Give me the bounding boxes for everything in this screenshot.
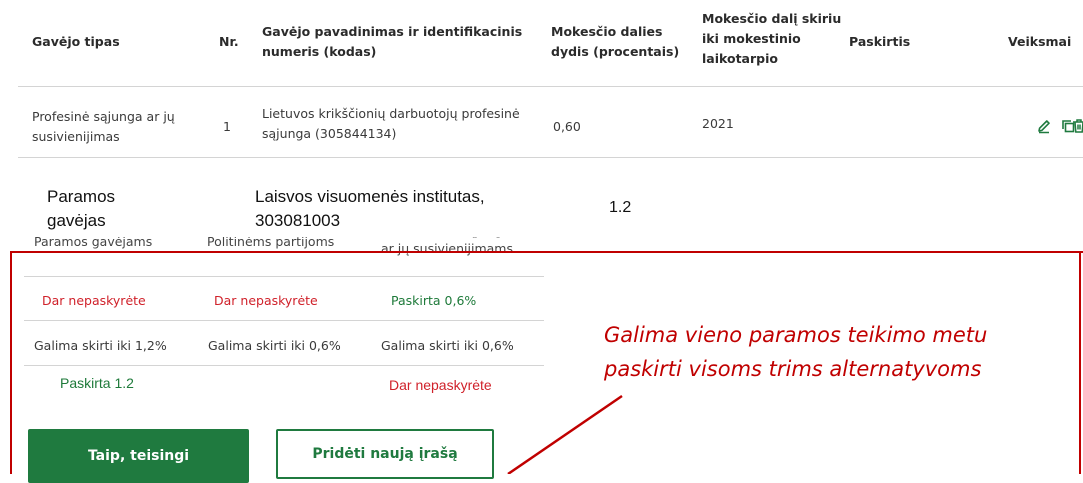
mini-divider-2 <box>24 320 544 321</box>
row1-size: 0,60 <box>553 119 581 134</box>
status-col1: Dar nepaskyrėte <box>42 293 146 308</box>
mini-divider-1 <box>24 276 544 277</box>
overlay-recipient-type: Paramos gavėjas <box>47 187 116 230</box>
header-actions: Veiksmai <box>1008 34 1072 49</box>
red-frame-left <box>10 251 12 474</box>
header-recipient-name: Gavėjo pavadinimas ir identifikacinis nu… <box>262 24 523 59</box>
limit-col2: Galima skirti iki 0,6% <box>208 338 341 353</box>
header-nr: Nr. <box>219 34 239 49</box>
limit-col1: Galima skirti iki 1,2% <box>34 338 167 353</box>
add-record-button[interactable]: Pridėti naują įrašą <box>276 429 494 479</box>
header-tax-period: Mokesčio dalį skiriu iki mokestinio laik… <box>702 11 842 66</box>
status-col2: Dar nepaskyrėte <box>214 293 318 308</box>
row1-period: 2021 <box>702 116 734 131</box>
edit-icon[interactable] <box>1036 118 1052 134</box>
red-frame-top <box>10 251 1083 253</box>
row1-nr: 1 <box>223 119 231 134</box>
header-tax-share-size: Mokesčio dalies dydis (procentais) <box>551 24 680 59</box>
row1-recipient-type: Profesinė sąjunga ar jų susivienijimas <box>32 109 175 144</box>
delete-icon[interactable] <box>1071 118 1083 134</box>
limit-col3: Galima skirti iki 0,6% <box>381 338 514 353</box>
row1-divider <box>18 157 1083 158</box>
row1-recipient-name: Lietuvos krikščionių darbuotojų profesin… <box>262 106 520 141</box>
header-divider <box>18 86 1083 87</box>
overlay-size: 1.2 <box>609 199 632 216</box>
status-col3: Paskirta 0,6% <box>391 293 477 308</box>
override-col1: Paskirta 1.2 <box>60 375 134 391</box>
annotation-text: Galima vieno paramos teikimo metu paskir… <box>604 323 988 381</box>
header-recipient-type: Gavėjo tipas <box>32 34 120 49</box>
red-frame-right <box>1079 251 1081 474</box>
overlay-recipient-name: Laisvos visuomenės institutas, 303081003 <box>255 187 485 230</box>
annotation-arrow <box>507 394 623 474</box>
header-purpose: Paskirtis <box>849 34 911 49</box>
confirm-button[interactable]: Taip, teisingi <box>28 429 249 483</box>
override-col3: Dar nepaskyrėte <box>389 377 492 393</box>
